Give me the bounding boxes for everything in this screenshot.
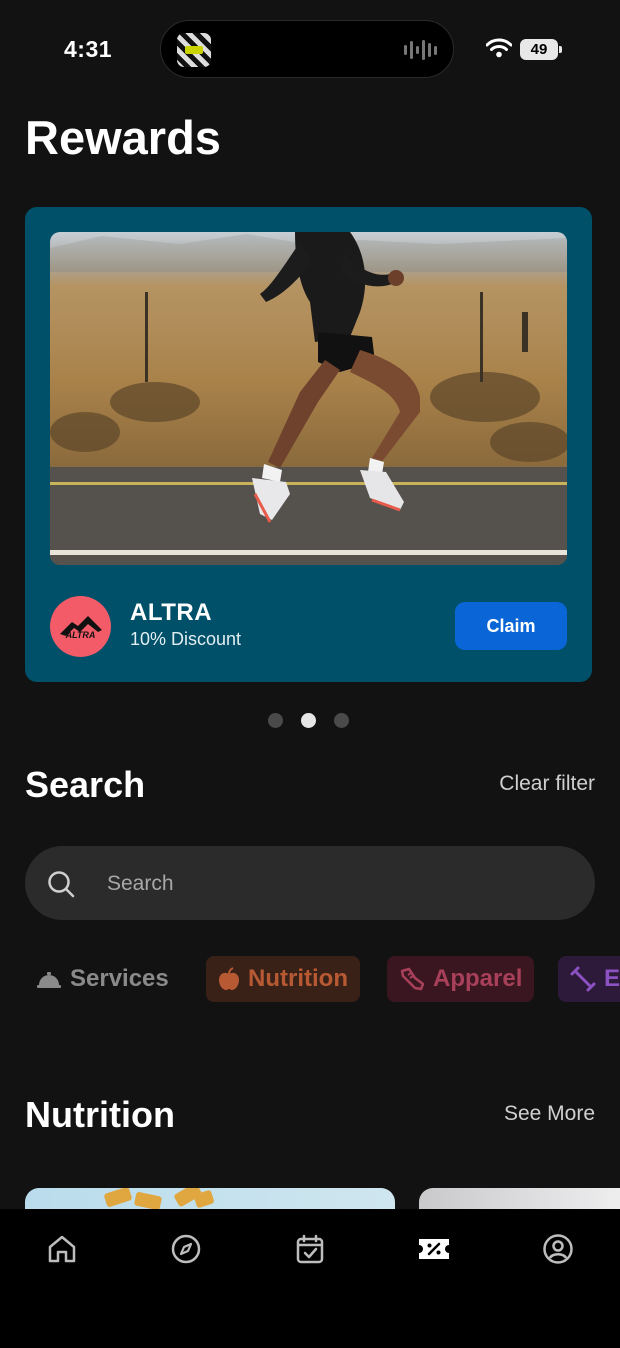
profile-icon — [543, 1234, 573, 1264]
carousel-dot-active[interactable] — [301, 713, 316, 728]
battery-indicator: 49 — [520, 39, 562, 60]
reward-card[interactable]: ALTRA ALTRA 10% Discount Claim — [25, 207, 592, 682]
nutrition-carousel — [0, 1188, 620, 1210]
svg-text:ALTRA: ALTRA — [65, 630, 96, 640]
category-chip-nutrition[interactable]: Nutrition — [206, 956, 360, 1002]
claim-button[interactable]: Claim — [455, 602, 567, 650]
nutrition-card[interactable] — [25, 1188, 395, 1210]
category-chip-equipment[interactable]: Equipment — [558, 956, 620, 1002]
audio-waveform-icon — [404, 39, 437, 61]
page-title: Rewards — [25, 111, 221, 164]
carousel-dot[interactable] — [334, 713, 349, 728]
brand-logo: ALTRA — [50, 596, 111, 657]
category-label: Equipment — [604, 965, 620, 992]
dumbbell-icon — [570, 966, 596, 992]
tab-home[interactable] — [42, 1229, 82, 1269]
shoe-icon — [400, 967, 425, 991]
category-label: Nutrition — [248, 965, 348, 992]
reward-hero-image — [50, 232, 567, 565]
category-filter-row: Services Nutrition Apparel Equipment — [0, 956, 620, 1004]
clear-filter-link[interactable]: Clear filter — [499, 772, 595, 796]
status-time: 4:31 — [64, 36, 113, 62]
calendar-check-icon — [296, 1234, 324, 1264]
tab-explore[interactable] — [166, 1229, 206, 1269]
bottom-tab-bar — [0, 1209, 620, 1348]
search-icon — [48, 871, 75, 898]
search-input[interactable] — [105, 866, 569, 902]
ticket-icon — [419, 1239, 449, 1259]
search-bar[interactable] — [25, 846, 595, 920]
tab-calendar[interactable] — [290, 1229, 330, 1269]
category-label: Apparel — [433, 965, 523, 992]
status-bar: 4:31 49 — [0, 0, 620, 96]
carousel-dot[interactable] — [268, 713, 283, 728]
see-more-link[interactable]: See More — [504, 1102, 595, 1126]
tab-rewards[interactable] — [414, 1229, 454, 1269]
category-chip-apparel[interactable]: Apparel — [387, 956, 535, 1002]
tab-profile[interactable] — [538, 1229, 578, 1269]
service-bell-icon — [37, 972, 61, 988]
compass-icon — [171, 1234, 201, 1264]
brand-name: ALTRA — [130, 599, 213, 626]
now-playing-app-icon — [177, 33, 211, 67]
wifi-icon — [486, 38, 512, 58]
carousel-pagination — [268, 713, 349, 728]
category-chip-services[interactable]: Services — [24, 956, 181, 1002]
category-label: Services — [70, 965, 169, 992]
apple-icon — [219, 967, 239, 990]
nutrition-section-title: Nutrition — [25, 1094, 175, 1135]
home-icon — [48, 1235, 76, 1263]
search-section-title: Search — [25, 764, 146, 805]
offer-text: 10% Discount — [130, 629, 242, 649]
dynamic-island[interactable] — [160, 20, 454, 78]
nutrition-card[interactable] — [419, 1188, 620, 1210]
